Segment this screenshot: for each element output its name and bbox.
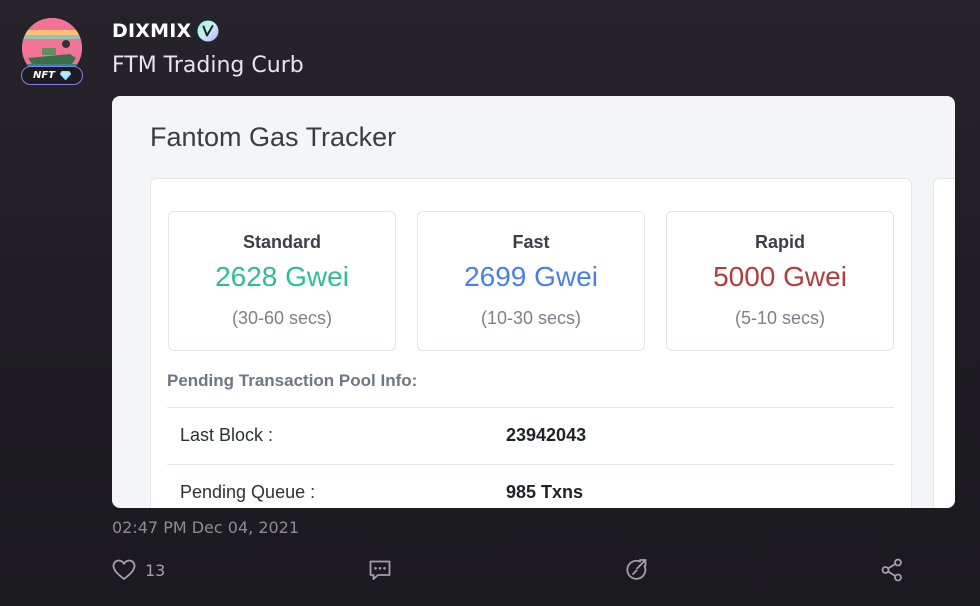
nft-badge: NFT: [21, 66, 83, 85]
fast-value: 2699 Gwei: [464, 261, 598, 292]
post-timestamp: 02:47 PM Dec 04, 2021: [112, 518, 300, 537]
diamond-icon: [60, 71, 72, 80]
heart-icon: [112, 559, 136, 580]
rapid-price-box: Rapid 5000 Gwei (5-10 secs): [666, 211, 894, 351]
table-row: Pending Queue : 985 Txns: [167, 464, 894, 508]
gas-tracker-title: Fantom Gas Tracker: [150, 122, 397, 152]
repost-button[interactable]: [624, 557, 650, 583]
username-row: DIXMIX: [112, 20, 219, 42]
gas-tracker-panel: Standard 2628 Gwei (30-60 secs) Fast 269…: [150, 178, 912, 508]
standard-value: 2628 Gwei: [215, 261, 349, 292]
pool-info-title: Pending Transaction Pool Info:: [167, 371, 418, 390]
fast-label: Fast: [512, 232, 550, 252]
fast-time: (10-30 secs): [480, 308, 582, 328]
comment-button[interactable]: [367, 557, 393, 583]
comment-icon: [369, 560, 391, 580]
row-value: 985 Txns: [506, 482, 584, 502]
username[interactable]: DIXMIX: [112, 20, 191, 42]
row-value: 23942043: [506, 425, 587, 445]
rapid-label: Rapid: [754, 232, 805, 252]
side-panel: [933, 178, 955, 508]
post-text: FTM Trading Curb: [112, 53, 304, 78]
share-button[interactable]: [879, 557, 905, 583]
verified-icon: [197, 20, 219, 42]
row-key: Last Block :: [180, 425, 274, 445]
nft-badge-label: NFT: [32, 70, 56, 81]
rapid-time: (5-10 secs): [734, 308, 826, 328]
like-count: 13: [145, 560, 166, 580]
standard-label: Standard: [242, 232, 321, 252]
like-button[interactable]: 13: [111, 557, 165, 583]
standard-time: (30-60 secs): [231, 308, 333, 328]
fast-price-box: Fast 2699 Gwei (10-30 secs): [417, 211, 645, 351]
rapid-value: 5000 Gwei: [713, 261, 847, 292]
post-image-card[interactable]: Fantom Gas Tracker Standard 2628 Gwei (3…: [112, 96, 955, 508]
table-row: Last Block : 23942043: [167, 407, 894, 463]
row-key: Pending Queue :: [180, 482, 316, 502]
repost-icon: [626, 559, 647, 580]
standard-price-box: Standard 2628 Gwei (30-60 secs): [168, 211, 396, 351]
share-icon: [881, 558, 902, 582]
